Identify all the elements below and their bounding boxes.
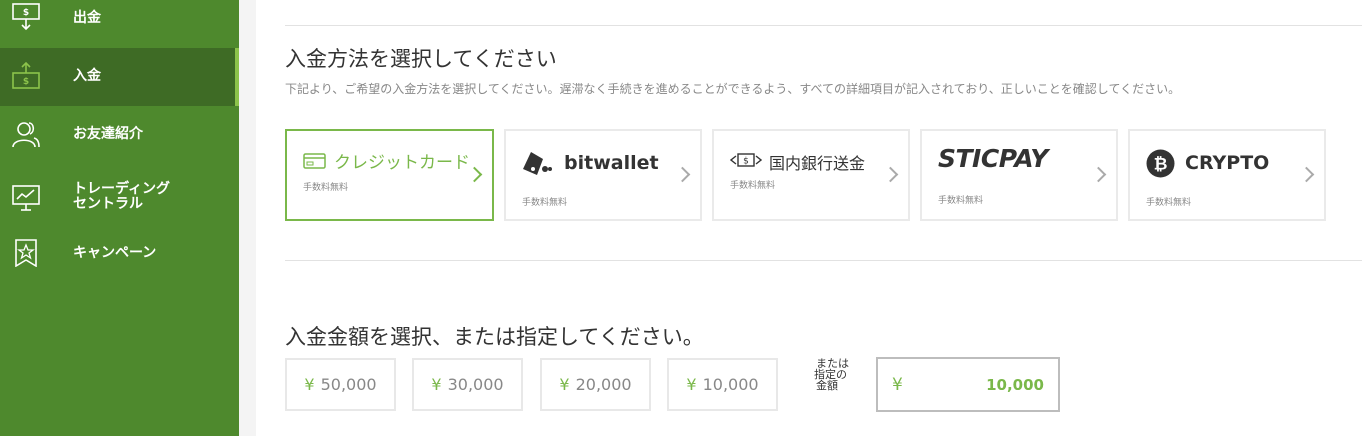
withdraw-icon: $ (12, 3, 40, 31)
payment-card-fee: 手数料無料 (522, 198, 568, 208)
sidebar-item-campaign[interactable]: キャンペーン (0, 230, 239, 278)
bank-transfer-icon: $ (730, 153, 762, 167)
yen-icon: ¥ (686, 375, 697, 394)
credit-card-icon (303, 153, 326, 169)
payment-card-name: bitwallet (564, 152, 659, 174)
chevron-right-icon (882, 166, 899, 183)
amount-preset-10000[interactable]: ¥ 10,000 (667, 358, 778, 411)
svg-text:$: $ (743, 157, 749, 167)
sidebar-item-label: 入金 (73, 68, 101, 84)
yen-icon: ¥ (559, 375, 570, 394)
payment-card-sticpay[interactable]: STICPAY 手数料無料 (920, 129, 1118, 221)
payment-card-credit[interactable]: クレジットカード 手数料無料 (285, 129, 494, 221)
yen-icon: ¥ (431, 375, 442, 394)
chart-monitor-icon (12, 185, 40, 211)
payment-card-crypto[interactable]: ₿ CRYPTO 手数料無料 (1128, 129, 1326, 221)
amount-preset-value: 20,000 (575, 375, 632, 394)
sidebar-item-trading-central[interactable]: トレーディング セントラル (0, 164, 239, 230)
sticpay-logo: STICPAY (938, 144, 1048, 173)
payment-card-fee: 手数料無料 (1146, 198, 1192, 208)
bitwallet-logo-icon (523, 152, 552, 175)
divider (285, 260, 1362, 261)
payment-method-description: 下記より、ご希望の入金方法を選択してください。遅滞なく手続きを進めることができる… (285, 82, 1181, 96)
amount-preset-value: 50,000 (320, 375, 377, 394)
payment-card-name: CRYPTO (1185, 152, 1270, 174)
amount-preset-30000[interactable]: ¥ 30,000 (412, 358, 523, 411)
payment-card-bitwallet[interactable]: bitwallet 手数料無料 (504, 129, 702, 221)
users-icon (12, 122, 40, 148)
payment-card-fee: 手数料無料 (730, 181, 776, 191)
amount-preset-value: 10,000 (702, 375, 759, 394)
payment-card-name: 国内銀行送金 (769, 154, 866, 173)
svg-text:$: $ (23, 77, 29, 87)
sidebar-item-label: トレーディング セントラル (73, 181, 171, 212)
chevron-right-icon (1298, 166, 1315, 183)
custom-amount-value: 10,000 (986, 376, 1044, 394)
payment-card-bank-transfer[interactable]: $ 国内銀行送金 手数料無料 (712, 129, 910, 221)
bitcoin-icon: ₿ (1146, 149, 1175, 178)
custom-amount-label-line: 金額 (816, 379, 838, 392)
sidebar-item-referral[interactable]: お友達紹介 (0, 106, 239, 164)
main-content: 入金方法を選択してください 下記より、ご希望の入金方法を選択してください。遅滞な… (256, 0, 1362, 436)
payment-card-fee: 手数料無料 (303, 183, 349, 193)
payment-card-name: クレジットカード (334, 153, 470, 173)
sidebar: $ 出金 $ 入金 お友達紹介 トレーディング セントラル キャンペーン (0, 0, 239, 436)
chevron-right-icon (1090, 166, 1107, 183)
divider (285, 25, 1362, 26)
sidebar-item-withdraw[interactable]: $ 出金 (0, 0, 239, 48)
custom-amount-label: または 指定の 金額 (814, 358, 862, 391)
content-gutter (239, 0, 256, 436)
deposit-icon: $ (12, 62, 40, 89)
yen-icon: ¥ (304, 375, 315, 394)
svg-text:$: $ (23, 8, 29, 18)
custom-amount-input[interactable]: ¥ 10,000 (876, 357, 1060, 412)
amount-preset-20000[interactable]: ¥ 20,000 (540, 358, 651, 411)
sidebar-item-label: お友達紹介 (73, 126, 143, 142)
amount-title: 入金金額を選択、または指定してください。 (285, 325, 704, 349)
chevron-right-icon (674, 166, 691, 183)
payment-card-fee: 手数料無料 (938, 196, 984, 206)
sidebar-item-deposit[interactable]: $ 入金 (0, 48, 239, 106)
sidebar-item-label: 出金 (73, 10, 101, 26)
sidebar-item-label: キャンペーン (73, 245, 157, 261)
svg-text:₿: ₿ (1154, 155, 1168, 175)
payment-method-title: 入金方法を選択してください (285, 47, 557, 71)
star-badge-icon (15, 239, 37, 267)
amount-preset-50000[interactable]: ¥ 50,000 (285, 358, 396, 411)
amount-preset-value: 30,000 (447, 375, 504, 394)
yen-icon: ¥ (892, 375, 903, 395)
